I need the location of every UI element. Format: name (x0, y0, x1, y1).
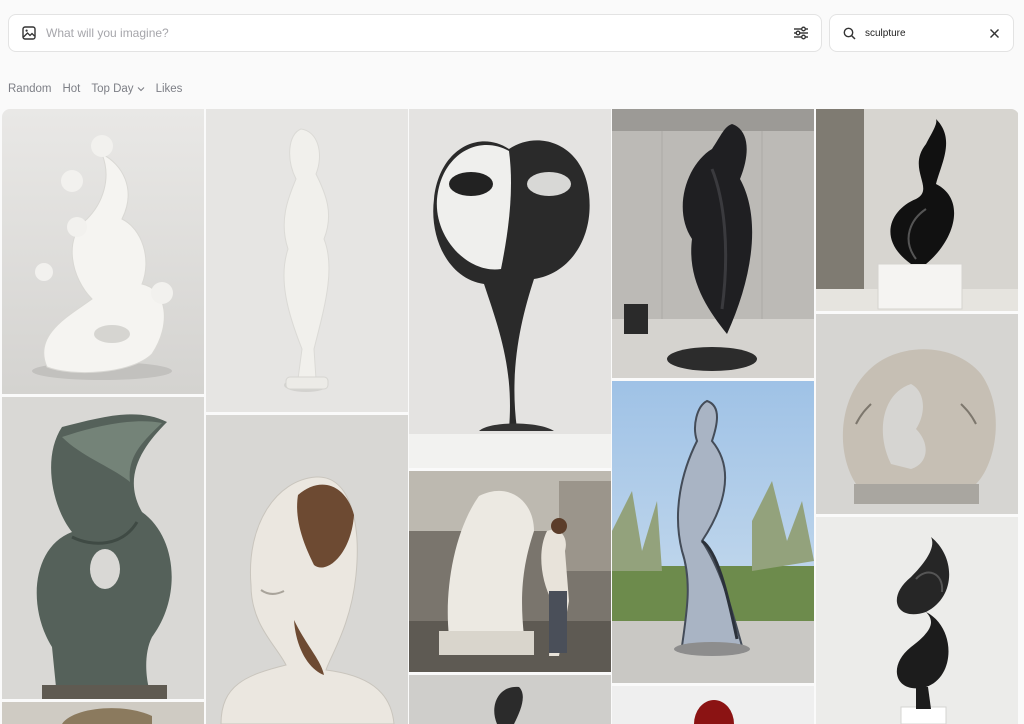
gallery-column (409, 109, 611, 724)
gallery-image[interactable] (612, 686, 814, 724)
gallery-image[interactable] (2, 109, 204, 394)
gallery-image[interactable] (816, 517, 1018, 724)
gallery-image[interactable] (816, 109, 1018, 311)
gallery-column (2, 109, 204, 724)
gallery-image[interactable] (409, 675, 611, 724)
sort-hot[interactable]: Hot (62, 83, 80, 95)
sort-top-day[interactable]: Top Day (91, 83, 144, 95)
gallery-image[interactable] (2, 702, 204, 724)
gallery-image[interactable] (612, 381, 814, 683)
close-icon[interactable] (989, 28, 1000, 39)
sort-likes[interactable]: Likes (156, 83, 183, 95)
gallery-image[interactable] (612, 109, 814, 378)
sliders-icon[interactable] (793, 25, 809, 41)
search-icon (843, 27, 856, 40)
gallery-column (816, 109, 1018, 724)
gallery-image[interactable] (816, 314, 1018, 514)
sort-top-day-label: Top Day (91, 83, 134, 95)
prompt-placeholder[interactable]: What will you imagine? (46, 26, 793, 40)
gallery-image[interactable] (206, 109, 408, 412)
gallery-column (206, 109, 408, 724)
sort-random[interactable]: Random (8, 83, 51, 95)
image-icon[interactable] (22, 26, 36, 40)
search-bar[interactable]: sculpture (829, 14, 1014, 52)
gallery-image[interactable] (2, 397, 204, 699)
sort-bar: Random Hot Top Day Likes (8, 83, 182, 95)
search-input[interactable]: sculpture (865, 28, 989, 39)
chevron-down-icon (137, 87, 144, 92)
gallery-image[interactable] (206, 415, 408, 724)
gallery-image[interactable] (409, 471, 611, 672)
gallery-image[interactable] (409, 109, 611, 468)
prompt-input-bar[interactable]: What will you imagine? (8, 14, 822, 52)
image-gallery (2, 109, 1019, 724)
gallery-column (612, 109, 814, 724)
